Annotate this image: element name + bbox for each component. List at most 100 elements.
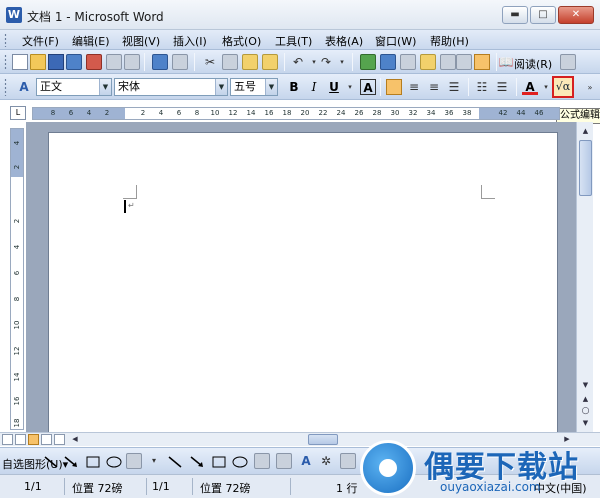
document-page[interactable]: ↵ (48, 132, 558, 432)
chevron-down-icon[interactable]: ▼ (215, 79, 227, 95)
textbox-tool-icon[interactable] (126, 453, 142, 469)
menu-edit[interactable]: 编辑(E) (72, 33, 110, 49)
menubar-grip[interactable] (4, 33, 7, 47)
toolbar-grip[interactable] (4, 54, 7, 70)
bold-button[interactable]: B (286, 79, 302, 95)
rectangle-tool-icon[interactable] (212, 456, 226, 468)
chevron-down-icon[interactable]: ▼ (265, 79, 277, 95)
italic-button[interactable]: I (306, 79, 322, 95)
open-folder-icon[interactable] (30, 54, 46, 70)
oval-tool-icon[interactable] (232, 456, 248, 468)
scroll-down-icon[interactable]: ▼ (578, 378, 593, 392)
align-right-icon[interactable]: ≡ (426, 79, 442, 95)
menu-file[interactable]: 文件(F) (22, 33, 59, 49)
paragraph-mark: ↵ (128, 201, 135, 210)
menu-insert[interactable]: 插入(I) (173, 33, 207, 49)
research-icon[interactable] (172, 54, 188, 70)
maximize-button[interactable]: □ (530, 6, 556, 24)
read-mode-icon[interactable]: 📖 (498, 54, 514, 70)
toolbar-options-icon[interactable] (560, 54, 576, 70)
ruler-tick: 2 (104, 109, 110, 117)
print-icon[interactable] (106, 54, 122, 70)
align-center-icon[interactable]: ≡ (406, 79, 422, 95)
print-layout-view-icon[interactable] (28, 434, 39, 445)
line-tool-icon[interactable] (168, 456, 182, 468)
horizontal-ruler[interactable]: 8 6 4 2 2 4 6 8 10 12 14 16 18 20 22 24 … (32, 107, 560, 120)
font-select[interactable]: 宋体 ▼ (114, 78, 228, 96)
format-painter-icon[interactable] (262, 54, 278, 70)
status-divider (64, 478, 65, 495)
columns-icon[interactable] (440, 54, 456, 70)
redo-dropdown-icon[interactable]: ▾ (334, 54, 350, 70)
underline-button[interactable]: U (326, 79, 342, 95)
hyperlink-icon[interactable] (360, 54, 376, 70)
font-color-button[interactable]: A (522, 79, 538, 95)
chevron-down-icon[interactable]: ▼ (99, 79, 111, 95)
tables-borders-icon[interactable] (380, 54, 396, 70)
new-document-icon[interactable] (12, 54, 28, 70)
normal-view-icon[interactable] (2, 434, 13, 445)
distributed-align-icon[interactable]: ☰ (446, 79, 462, 95)
menu-help[interactable]: 帮助(H) (430, 33, 469, 49)
scroll-up-icon[interactable]: ▲ (578, 124, 593, 138)
email-icon[interactable] (86, 54, 102, 70)
undo-icon[interactable]: ↶ (290, 54, 306, 70)
underline-dropdown-icon[interactable]: ▾ (342, 79, 358, 95)
diagram-icon[interactable]: ✲ (318, 453, 334, 469)
print-preview-icon[interactable] (124, 54, 140, 70)
line-tool-icon[interactable] (44, 456, 58, 468)
next-page-icon[interactable]: ▼ (578, 416, 593, 430)
read-mode-button[interactable]: 阅读(R) (514, 56, 552, 72)
arrow-tool-icon[interactable] (64, 456, 78, 468)
drawing-icon[interactable] (456, 54, 472, 70)
ruler-tick: 46 (534, 109, 544, 117)
save-icon[interactable] (48, 54, 64, 70)
toolbar-grip[interactable] (4, 78, 7, 96)
textbox-dropdown-icon[interactable]: ▾ (146, 453, 162, 469)
styles-formatting-icon[interactable]: A (16, 79, 32, 95)
ruler-tick: 28 (372, 109, 382, 117)
reading-view-icon[interactable] (54, 434, 65, 445)
spelling-icon[interactable] (152, 54, 168, 70)
rectangle-tool-icon[interactable] (86, 456, 100, 468)
menu-window[interactable]: 窗口(W) (375, 33, 416, 49)
vertical-scrollbar[interactable]: ▲ ▼ ▲ ○ ▼ (576, 122, 593, 432)
character-border-button[interactable]: A (360, 79, 376, 95)
redo-icon[interactable]: ↷ (318, 54, 334, 70)
menu-view[interactable]: 视图(V) (122, 33, 160, 49)
font-size-select[interactable]: 五号 ▼ (230, 78, 278, 96)
align-justify-icon[interactable] (386, 79, 402, 95)
autoshapes-menu[interactable]: 自选图形(U)▾ (2, 456, 68, 472)
arrow-tool-icon[interactable] (190, 456, 204, 468)
permission-icon[interactable] (66, 54, 82, 70)
paste-icon[interactable] (242, 54, 258, 70)
word-app-icon[interactable]: W (6, 7, 22, 23)
equation-editor-button[interactable]: √α (552, 76, 574, 98)
numbered-list-icon[interactable]: ☷ (474, 79, 490, 95)
document-map-icon[interactable] (474, 54, 490, 70)
insert-table-icon[interactable] (400, 54, 416, 70)
outline-view-icon[interactable] (41, 434, 52, 445)
web-view-icon[interactable] (15, 434, 26, 445)
menu-tools[interactable]: 工具(T) (275, 33, 312, 49)
copy-icon[interactable] (222, 54, 238, 70)
style-select[interactable]: 正文 ▼ (36, 78, 112, 96)
horizontal-scroll-thumb[interactable] (308, 434, 338, 445)
vertical-scroll-thumb[interactable] (579, 140, 592, 196)
toolbar-options-icon[interactable]: » (582, 80, 598, 96)
wordart-icon[interactable]: A (298, 453, 314, 469)
menu-format[interactable]: 格式(O) (222, 33, 261, 49)
close-button[interactable]: ✕ (558, 6, 594, 24)
vertical-textbox-icon[interactable] (276, 453, 292, 469)
bullet-list-icon[interactable]: ☰ (494, 79, 510, 95)
tab-selector[interactable]: L (10, 106, 26, 120)
scroll-left-icon[interactable]: ◀ (68, 433, 82, 446)
minimize-button[interactable]: ▬ (502, 6, 528, 24)
clipart-icon[interactable] (340, 453, 356, 469)
menu-table[interactable]: 表格(A) (325, 33, 363, 49)
textbox-tool-icon[interactable] (254, 453, 270, 469)
oval-tool-icon[interactable] (106, 456, 122, 468)
vertical-ruler[interactable]: 4 2 2 4 6 8 10 12 14 16 18 (10, 128, 24, 430)
cut-icon[interactable]: ✂ (202, 54, 218, 70)
insert-excel-icon[interactable] (420, 54, 436, 70)
